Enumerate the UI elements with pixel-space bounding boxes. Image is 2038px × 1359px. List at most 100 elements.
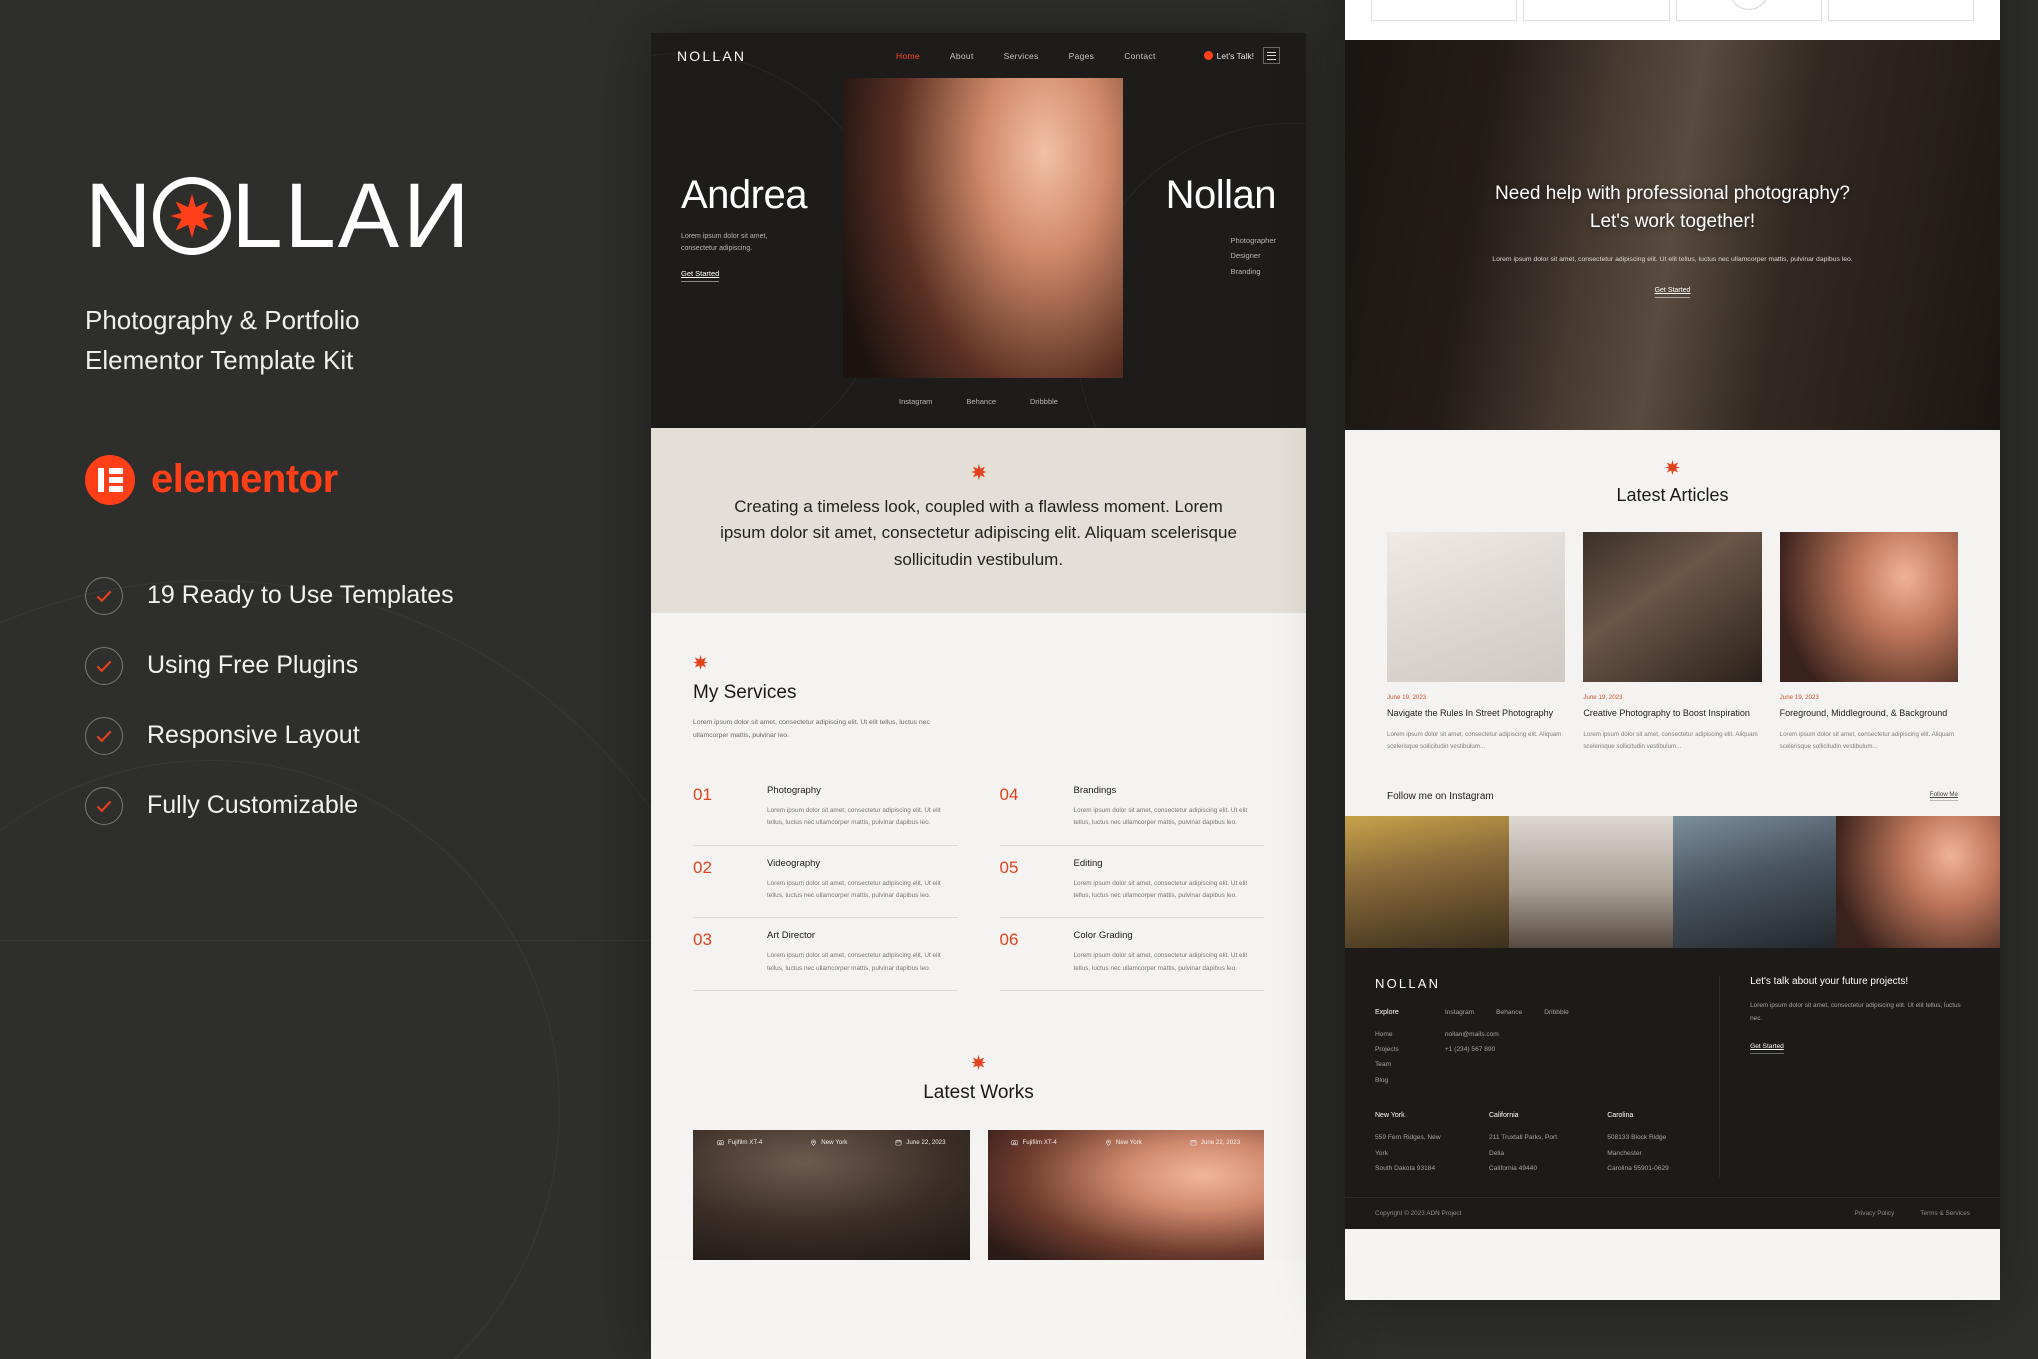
cta-heading-line2: Let's work together! [1589,210,1756,232]
services-grid: 01 Photography Lorem ipsum dolor sit ame… [693,773,1264,992]
footer-address-city: Carolina [1607,1112,1634,1120]
instagram-photo[interactable] [1836,815,2000,948]
service-item[interactable]: 06 Color Grading Lorem ipsum dolor sit a… [999,918,1264,992]
nav-link-about[interactable]: About [950,51,974,61]
nav-link-pages[interactable]: Pages [1069,51,1095,61]
sparkle-icon [170,194,215,238]
service-name: Editing [1073,857,1103,869]
brand-cell: CANON [1523,0,1670,21]
footer-contact-column: Instagram Behance Dribbble nollan@mails.… [1445,1009,1569,1089]
article-thumbnail [1779,532,1958,682]
footer-address-city: New York [1375,1112,1405,1120]
cta-heading-line1: Need help with professional photography? [1495,183,1850,204]
hero-get-started-button[interactable]: Get Started [681,269,720,282]
privacy-policy-link[interactable]: Privacy Policy [1855,1210,1895,1217]
home-page-mockup[interactable]: NOLLAN Home About Services Pages Contact… [651,33,1306,1359]
service-item[interactable]: 04 Brandings Lorem ipsum dolor sit amet,… [999,773,1264,846]
check-icon [85,786,123,825]
follow-me-button[interactable]: Follow Me [1929,791,1958,801]
camera-icon [1011,1140,1019,1146]
footer-social-dribbble[interactable]: Dribbble [1544,1009,1569,1016]
footer-address-city: California [1489,1112,1519,1120]
article-date: June 19, 2023 [1583,694,1623,701]
service-item[interactable]: 05 Editing Lorem ipsum dolor sit amet, c… [999,846,1264,919]
copyright-text: Copyright © 2023 ADN Project [1375,1209,1462,1217]
article-card[interactable]: June 19, 2023 Foreground, Middleground, … [1779,532,1958,753]
hero-intro-text: Lorem ipsum dolor sit amet, consectetur … [681,233,768,252]
work-card[interactable]: Fujifilm XT-4 New York June 22, 2023 [693,1130,970,1261]
service-item[interactable]: 03 Art Director Lorem ipsum dolor sit am… [693,918,958,992]
check-icon [85,716,123,755]
service-name: Brandings [1073,784,1117,796]
calendar-icon [895,1140,902,1146]
service-number: 01 [693,784,712,804]
location-pin-icon [1105,1140,1111,1147]
article-title: Creative Photography to Boost Inspiratio… [1583,708,1750,718]
elementor-logo: elementor [85,454,650,505]
footer-phone[interactable]: +1 (234) 567 890 [1445,1042,1569,1057]
circle-icon [1728,0,1769,10]
footer-link[interactable]: Projects [1375,1042,1399,1057]
article-title: Navigate the Rules In Street Photography [1387,708,1554,718]
footer-social-instagram[interactable]: Instagram [1445,1009,1474,1016]
footer-link[interactable]: Team [1375,1057,1399,1072]
article-thumbnail [1583,532,1762,682]
nav-link-home[interactable]: Home [896,51,920,61]
brand-cell: NIKON [1371,0,1518,21]
instagram-photo[interactable] [1508,815,1673,948]
camera-icon [717,1140,724,1146]
footer-address: Carolina 508133 Block Ridge Manchester C… [1607,1112,1695,1176]
nav-link-contact[interactable]: Contact [1124,51,1155,61]
promo-panel: N LLA N Photography & Portfolio Elemento… [0,0,650,1359]
footer-columns: Explore Home Projects Team Blog Instagra… [1375,1009,1695,1089]
sparkle-icon [970,464,987,480]
footer-logo[interactable]: NOLLAN [1375,976,1695,991]
check-icon [85,646,123,685]
footer-cta: Let's talk about your future projects! L… [1720,976,1970,1177]
social-link-instagram[interactable]: Instagram [899,397,932,406]
footer-link[interactable]: Blog [1375,1073,1399,1088]
article-card[interactable]: June 19, 2023 Creative Photography to Bo… [1583,532,1762,753]
brand-logo: N LLA N [85,165,650,267]
social-link-behance[interactable]: Behance [966,397,996,406]
cta-content: Need help with professional photography?… [1345,180,2000,298]
hamburger-menu-icon[interactable] [1263,47,1280,64]
article-excerpt: Lorem ipsum dolor sit amet, consectetur … [1779,730,1955,750]
footer-email[interactable]: nollan@mails.com [1445,1027,1569,1042]
instagram-photo[interactable] [1672,815,1837,948]
service-item[interactable]: 02 Videography Lorem ipsum dolor sit ame… [693,846,958,919]
brand-logo-n: N [85,165,154,267]
navbar-logo[interactable]: NOLLAN [677,48,746,64]
footer-social-behance[interactable]: Behance [1496,1009,1522,1016]
footer-address-line2: California 49440 [1489,1165,1538,1173]
service-body: Lorem ipsum dolor sit amet, consectetur … [1073,879,1248,899]
service-item[interactable]: 01 Photography Lorem ipsum dolor sit ame… [693,773,958,846]
instagram-photo[interactable] [1345,815,1509,948]
cta-get-started-button[interactable]: Get Started [1654,287,1691,298]
work-meta: Fujifilm XT-4 New York June 22, 2023 [988,1139,1265,1146]
legal-links: Privacy Policy Terms & Services [1855,1210,1971,1217]
brand-cell: MOON [1827,0,1974,21]
service-body: Lorem ipsum dolor sit amet, consectetur … [767,879,941,899]
articles-grid: June 19, 2023 Navigate the Rules In Stre… [1387,532,1958,753]
social-link-dribbble[interactable]: Dribbble [1030,397,1058,406]
footer-social-links: Instagram Behance Dribbble [1445,1009,1569,1016]
cta-banner: Need help with professional photography?… [1345,40,2000,430]
footer-link[interactable]: Home [1375,1027,1399,1042]
footer-explore-column: Explore Home Projects Team Blog [1375,1009,1399,1089]
nav-link-services[interactable]: Services [1004,51,1039,61]
latest-works-section: Latest Works Fujifilm XT-4 New York June… [651,1021,1306,1261]
navbar-menu: Home About Services Pages Contact [896,51,1156,61]
footer-cta-button[interactable]: Get Started [1750,1043,1784,1055]
inner-page-mockup[interactable]: NIKON CANON MOON Need help with professi… [1345,0,2000,1300]
cta-heading: Need help with professional photography?… [1415,180,1930,235]
article-card[interactable]: June 19, 2023 Navigate the Rules In Stre… [1387,532,1566,753]
elementor-label: elementor [151,457,338,502]
feature-item: Responsive Layout [85,716,650,755]
article-date: June 19, 2023 [1779,694,1819,701]
service-name: Art Director [767,930,816,942]
terms-link[interactable]: Terms & Services [1920,1210,1970,1217]
article-date: June 19, 2023 [1387,694,1427,701]
lets-talk-button[interactable]: Let's Talk! [1203,50,1254,61]
work-card[interactable]: Fujifilm XT-4 New York June 22, 2023 [987,1130,1265,1261]
